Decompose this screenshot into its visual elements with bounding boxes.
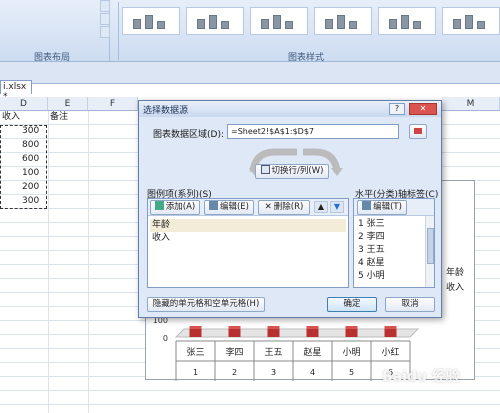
- chart-bar-top: [228, 326, 241, 329]
- category-label: 小明: [342, 347, 360, 358]
- axis-item[interactable]: 3 王五: [356, 244, 423, 257]
- legend-item: 年龄: [446, 266, 464, 278]
- add-series-label: 添加(A): [165, 202, 196, 212]
- edit-axis-button[interactable]: 编辑(T): [357, 200, 407, 215]
- chart-bar-top: [306, 326, 319, 329]
- y-tick-label: 0: [163, 334, 168, 343]
- series-item-age[interactable]: 年龄: [150, 219, 346, 232]
- axis-item[interactable]: 2 李四: [356, 231, 423, 244]
- axis-list: 1 张三 2 李四 3 王五 4 赵星 5 小明: [354, 216, 434, 287]
- cell-income-header[interactable]: 收入: [2, 111, 20, 125]
- chart-style-thumb-2[interactable]: [186, 7, 244, 35]
- chart-bar-top: [345, 326, 358, 329]
- delete-icon: ✕: [264, 202, 272, 212]
- category-number: 2: [232, 368, 237, 377]
- chart-style-gallery: [120, 3, 500, 43]
- chart-floor: [174, 328, 420, 338]
- ribbon-separator: [118, 2, 119, 60]
- category-label: 王五: [264, 347, 282, 358]
- axis-item[interactable]: 4 赵星: [356, 257, 423, 270]
- swap-icon: [260, 165, 270, 174]
- chart-style-thumb-5[interactable]: [378, 7, 436, 35]
- edit-icon: [362, 201, 372, 210]
- chart-bar: [384, 329, 397, 337]
- collapse-dialog-icon: [414, 128, 422, 134]
- range-input[interactable]: =Sheet2!$A$1:$D$7: [227, 124, 399, 139]
- column-header-m[interactable]: M: [442, 97, 500, 111]
- edit-icon: [208, 201, 218, 210]
- help-button[interactable]: ?: [389, 103, 405, 115]
- layout-scroll-up[interactable]: [100, 0, 110, 12]
- series-panel: 添加(A) 编辑(E) ✕ 删除(R) ▲ ▼ 年龄 收入: [147, 198, 349, 288]
- move-down-button[interactable]: ▼: [330, 201, 344, 213]
- chart-style-thumb-6[interactable]: [442, 7, 500, 35]
- axis-item[interactable]: 5 小明: [356, 270, 423, 283]
- cell-remark-header[interactable]: 备注: [50, 111, 68, 125]
- edit-series-label: 编辑(E): [219, 202, 249, 212]
- series-item-income[interactable]: 收入: [150, 232, 346, 245]
- column-header-d[interactable]: D: [0, 97, 48, 111]
- switch-row-column-label: 切换行/列(W): [271, 166, 324, 176]
- ribbon: 图表布局 图表样式: [0, 0, 500, 63]
- column-header-f[interactable]: F: [88, 97, 138, 111]
- add-icon: [154, 201, 164, 210]
- range-collapse-button[interactable]: [409, 124, 427, 139]
- category-label: 李四: [225, 346, 243, 358]
- select-data-source-dialog: 选择数据源 ? ✕ 图表数据区域(D): =Sheet2!$A$1:$D$7 切…: [138, 100, 442, 318]
- delete-series-label: 删除(R): [273, 202, 304, 212]
- axis-labels-panel: 编辑(T) 1 张三 2 李四 3 王五 4 赵星 5 小明: [353, 198, 435, 288]
- close-button[interactable]: ✕: [409, 103, 437, 115]
- axis-item[interactable]: 1 张三: [356, 218, 423, 231]
- ok-button[interactable]: 确定: [327, 297, 377, 312]
- switch-row-column-button[interactable]: 切换行/列(W): [255, 164, 329, 179]
- column-header-e[interactable]: E: [48, 97, 88, 111]
- chart-style-thumb-1[interactable]: [122, 7, 180, 35]
- chart-style-thumb-4[interactable]: [314, 7, 372, 35]
- file-tab[interactable]: i.xlsx *: [0, 80, 32, 102]
- axis-scrollbar[interactable]: [425, 216, 434, 287]
- category-number: 4: [310, 368, 315, 377]
- copy-marquee: [0, 125, 47, 209]
- category-number: 5: [349, 368, 354, 377]
- hidden-empty-cells-button[interactable]: 隐藏的单元格和空单元格(H): [147, 297, 265, 312]
- watermark-logo: Baidu 经验: [382, 369, 460, 385]
- table-row: [0, 391, 500, 405]
- category-label: 小红: [381, 346, 399, 358]
- category-label: 张三: [186, 347, 204, 358]
- move-up-button[interactable]: ▲: [314, 201, 328, 213]
- legend-item: 收入: [446, 281, 464, 293]
- cancel-button[interactable]: 取消: [385, 297, 435, 312]
- chart-bar: [267, 329, 280, 337]
- range-label: 图表数据区域(D):: [153, 130, 224, 140]
- layout-more[interactable]: [100, 26, 110, 38]
- category-number: 3: [271, 368, 276, 377]
- chart-style-thumb-3[interactable]: [250, 7, 308, 35]
- workbook-tabbar: [0, 62, 500, 84]
- chart-bar-top: [189, 326, 202, 329]
- series-toolbar: 添加(A) 编辑(E) ✕ 删除(R) ▲ ▼: [148, 199, 348, 216]
- chart-bar-top: [384, 326, 397, 329]
- chart-bar: [189, 329, 202, 337]
- axis-toolbar: 编辑(T): [354, 199, 434, 216]
- edit-axis-label: 编辑(T): [373, 202, 402, 212]
- chart-layout-group: 图表布局: [0, 0, 110, 63]
- scroll-thumb[interactable]: [427, 228, 434, 264]
- chart-bar-top: [267, 326, 280, 329]
- category-label: 赵星: [303, 346, 321, 358]
- layout-scroll-down[interactable]: [100, 13, 110, 25]
- category-number: 1: [193, 368, 198, 377]
- chart-bar: [345, 329, 358, 337]
- chart-bar: [306, 329, 319, 337]
- delete-series-button[interactable]: ✕ 删除(R): [258, 200, 310, 215]
- chart-bar: [228, 329, 241, 337]
- add-series-button[interactable]: 添加(A): [150, 200, 200, 215]
- edit-series-button[interactable]: 编辑(E): [204, 200, 254, 215]
